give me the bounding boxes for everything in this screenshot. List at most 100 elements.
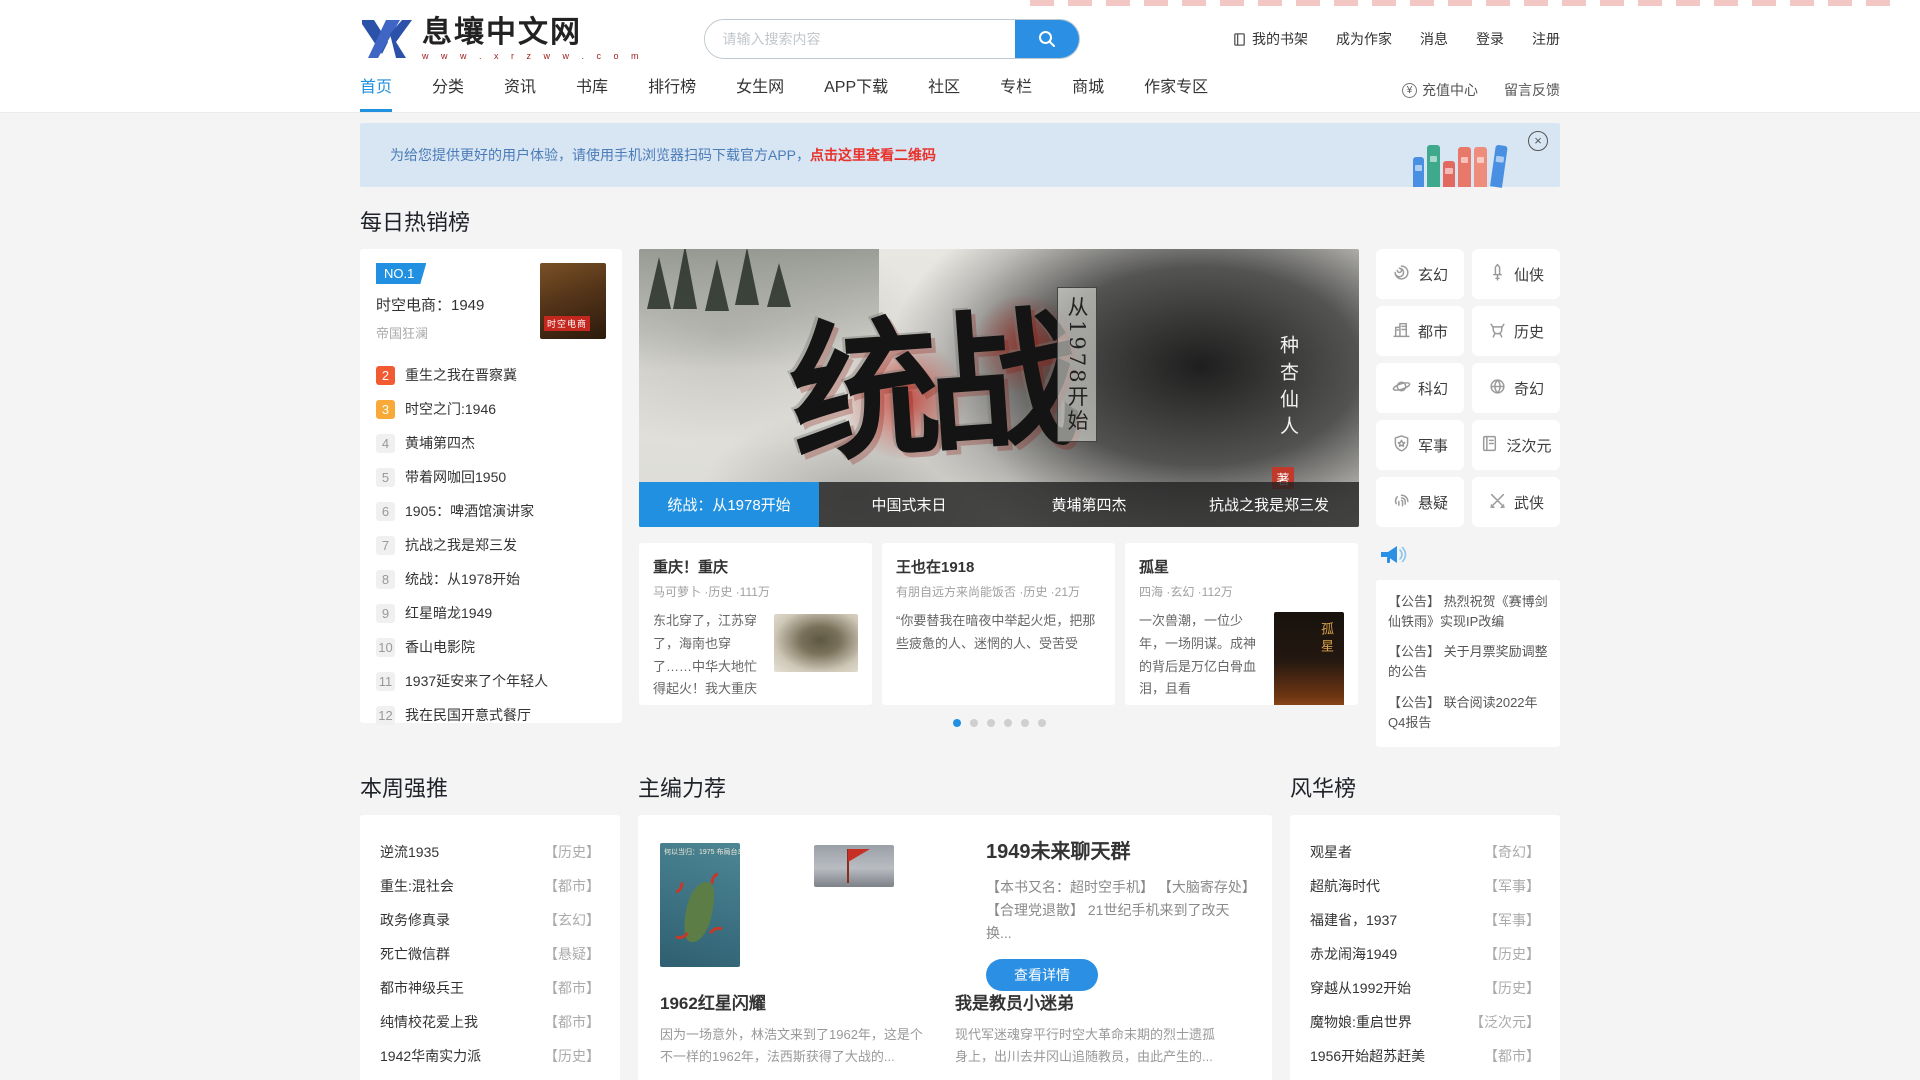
rank-book-title: 香山电影院: [405, 637, 475, 657]
book-card[interactable]: 重庆！重庆 马可萝卜 ·历史 ·111万 东北穿了，江苏穿了，海南也穿了……中华…: [639, 543, 872, 705]
nav-item[interactable]: 书库: [576, 73, 608, 112]
category-button[interactable]: 奇幻: [1472, 363, 1560, 413]
search-input[interactable]: [705, 20, 1015, 58]
weekly-title: 本周强推: [360, 771, 620, 803]
feedback-link[interactable]: 留言反馈: [1504, 80, 1560, 100]
hero-carousel-slide[interactable]: 统战 从1978开始 种杏仙人 著 统战：从1978开始中国式末日黄埔第四杰抗战…: [639, 249, 1359, 527]
carousel-tab[interactable]: 抗战之我是郑三发: [1179, 482, 1359, 527]
book-card[interactable]: 孤星 四海 ·玄幻 ·112万 孤星 一次兽潮，一位少年，一场阴谋。成神的背后是…: [1125, 543, 1358, 705]
announcement-item[interactable]: 【公告】 联合阅读2022年Q4报告: [1388, 693, 1548, 733]
rank-row[interactable]: 9 红星暗龙1949: [376, 596, 606, 630]
pagination-dot[interactable]: [1004, 719, 1012, 727]
nav-item[interactable]: 专栏: [1000, 73, 1032, 112]
category-button[interactable]: 历史: [1472, 306, 1560, 356]
editor-book-title[interactable]: 1962红星闪耀: [660, 989, 929, 1014]
announcement-item[interactable]: 【公告】 热烈祝贺《赛博剑仙铁雨》实现IP改编: [1388, 592, 1548, 632]
weekly-book-row[interactable]: 1942华南实力派 【历史】: [380, 1039, 600, 1073]
editor-book-title[interactable]: 我是教员小迷弟: [955, 989, 1224, 1014]
fenghua-book-row[interactable]: 魔物娘:重启世界 【泛次元】: [1310, 1005, 1540, 1039]
pagination-dot[interactable]: [953, 719, 961, 727]
rank-row[interactable]: 8 统战：从1978开始: [376, 562, 606, 596]
rank-book-title: 红星暗龙1949: [405, 603, 492, 623]
weekly-book-row[interactable]: 潜伏：谍海风云 【军事】: [380, 1073, 600, 1080]
weekly-book-row[interactable]: 逆流1935 【历史】: [380, 835, 600, 869]
fenghua-book-row[interactable]: 1956开始超苏赶美 【都市】: [1310, 1039, 1540, 1073]
view-details-button[interactable]: 查看详情: [986, 959, 1098, 991]
nav-item[interactable]: 分类: [432, 73, 464, 112]
rank-row[interactable]: 11 1937延安来了个年轻人: [376, 664, 606, 698]
login-link[interactable]: 登录: [1476, 29, 1504, 49]
fenghua-book-row[interactable]: 超航海时代 【军事】: [1310, 869, 1540, 903]
category-button[interactable]: 悬疑: [1376, 477, 1464, 527]
rank-row[interactable]: 12 我在民国开意式餐厅: [376, 698, 606, 732]
fenghua-book-row[interactable]: 从红灯区到封魔战争 【奇幻】: [1310, 1073, 1540, 1080]
fenghua-book-row[interactable]: 福建省，1937 【军事】: [1310, 903, 1540, 937]
category-button[interactable]: 都市: [1376, 306, 1464, 356]
announcement-item[interactable]: 【公告】 关于月票奖励调整的公告: [1388, 642, 1548, 682]
header: 息壤中文网 w w w . x r z w w . c o m: [0, 0, 1920, 113]
category-button[interactable]: 玄幻: [1376, 249, 1464, 299]
site-title: 息壤中文网: [422, 18, 644, 48]
category-button[interactable]: 武侠: [1472, 477, 1560, 527]
nav-item[interactable]: APP下载: [824, 73, 888, 112]
featured-book-title[interactable]: 1949未来聊天群: [986, 835, 1250, 864]
taiwan-map-cover[interactable]: 何以当归：1975 布局台岛: [660, 843, 740, 967]
carousel-tab[interactable]: 中国式末日: [819, 482, 999, 527]
category-button[interactable]: 仙侠: [1472, 249, 1560, 299]
category-button[interactable]: 军事: [1376, 420, 1464, 470]
weekly-book-tag: 【都市】: [544, 978, 600, 998]
rank-row[interactable]: 2 重生之我在晋察冀: [376, 358, 606, 392]
carousel-tab[interactable]: 黄埔第四杰: [999, 482, 1179, 527]
search-bar: [704, 19, 1080, 59]
weekly-list: 逆流1935 【历史】 重生:混社会 【都市】 政务修真录 【玄幻】: [360, 815, 620, 1080]
nav-item[interactable]: 商城: [1072, 73, 1104, 112]
carousel-tab[interactable]: 统战：从1978开始: [639, 482, 819, 527]
weekly-book-row[interactable]: 死亡微信群 【悬疑】: [380, 937, 600, 971]
search-button[interactable]: [1015, 20, 1079, 58]
my-shelf-link[interactable]: 我的书架: [1232, 29, 1308, 49]
rank-row[interactable]: 10 香山电影院: [376, 630, 606, 664]
pagination-dot[interactable]: [987, 719, 995, 727]
site-logo[interactable]: 息壤中文网 w w w . x r z w w . c o m: [360, 16, 644, 62]
rank-row[interactable]: 6 1905：啤酒馆演讲家: [376, 494, 606, 528]
category-button[interactable]: 科幻: [1376, 363, 1464, 413]
banner-qr-link[interactable]: 点击这里查看二维码: [810, 145, 936, 165]
messages-link[interactable]: 消息: [1420, 29, 1448, 49]
pagination-dot[interactable]: [1038, 719, 1046, 727]
nav-item[interactable]: 社区: [928, 73, 960, 112]
nav-item[interactable]: 首页: [360, 73, 392, 112]
register-link[interactable]: 注册: [1532, 29, 1560, 49]
nav-item[interactable]: 女生网: [736, 73, 784, 112]
rank-row[interactable]: 5 带着网咖回1950: [376, 460, 606, 494]
nav-item[interactable]: 资讯: [504, 73, 536, 112]
site-logo-icon: [360, 16, 414, 62]
pagination-dot[interactable]: [1021, 719, 1029, 727]
pagination-dot[interactable]: [970, 719, 978, 727]
become-writer-link[interactable]: 成为作家: [1336, 29, 1392, 49]
megaphone-icon: [1378, 543, 1560, 572]
weekly-book-row[interactable]: 纯情校花爱上我 【都市】: [380, 1005, 600, 1039]
book-card-desc: “你要替我在暗夜中举起火炬，把那些疲惫的人、迷惘的人、受苦受: [896, 610, 1101, 656]
top-red-artifact: [1030, 0, 1898, 6]
fenghua-book-row[interactable]: 穿越从1992开始 【历史】: [1310, 971, 1540, 1005]
nav-item[interactable]: 排行榜: [648, 73, 696, 112]
banner-close-button[interactable]: ×: [1528, 131, 1548, 151]
fenghua-book-row[interactable]: 赤龙闹海1949 【历史】: [1310, 937, 1540, 971]
books-illustration: [1413, 145, 1502, 187]
rank-number: 12: [376, 706, 395, 725]
weekly-book-row[interactable]: 都市神级兵王 【都市】: [380, 971, 600, 1005]
weekly-book-tag: 【玄幻】: [544, 910, 600, 930]
rank-row[interactable]: 4 黄埔第四杰: [376, 426, 606, 460]
weekly-book-row[interactable]: 重生:混社会 【都市】: [380, 869, 600, 903]
no1-book-cover[interactable]: 时空电商: [540, 263, 606, 339]
fenghua-book-row[interactable]: 观星者 【奇幻】: [1310, 835, 1540, 869]
category-button[interactable]: 泛次元: [1472, 420, 1560, 470]
red-flag-thumbnail[interactable]: [814, 845, 894, 887]
fingerprint-icon: [1392, 491, 1411, 514]
weekly-book-row[interactable]: 政务修真录 【玄幻】: [380, 903, 600, 937]
book-card[interactable]: 王也在1918 有朋自远方来尚能饭否 ·历史 ·21万 “你要替我在暗夜中举起火…: [882, 543, 1115, 705]
rank-row[interactable]: 3 时空之门:1946: [376, 392, 606, 426]
recharge-link[interactable]: ¥ 充值中心: [1402, 80, 1478, 100]
rank-row[interactable]: 7 抗战之我是郑三发: [376, 528, 606, 562]
nav-item[interactable]: 作家专区: [1144, 73, 1208, 112]
